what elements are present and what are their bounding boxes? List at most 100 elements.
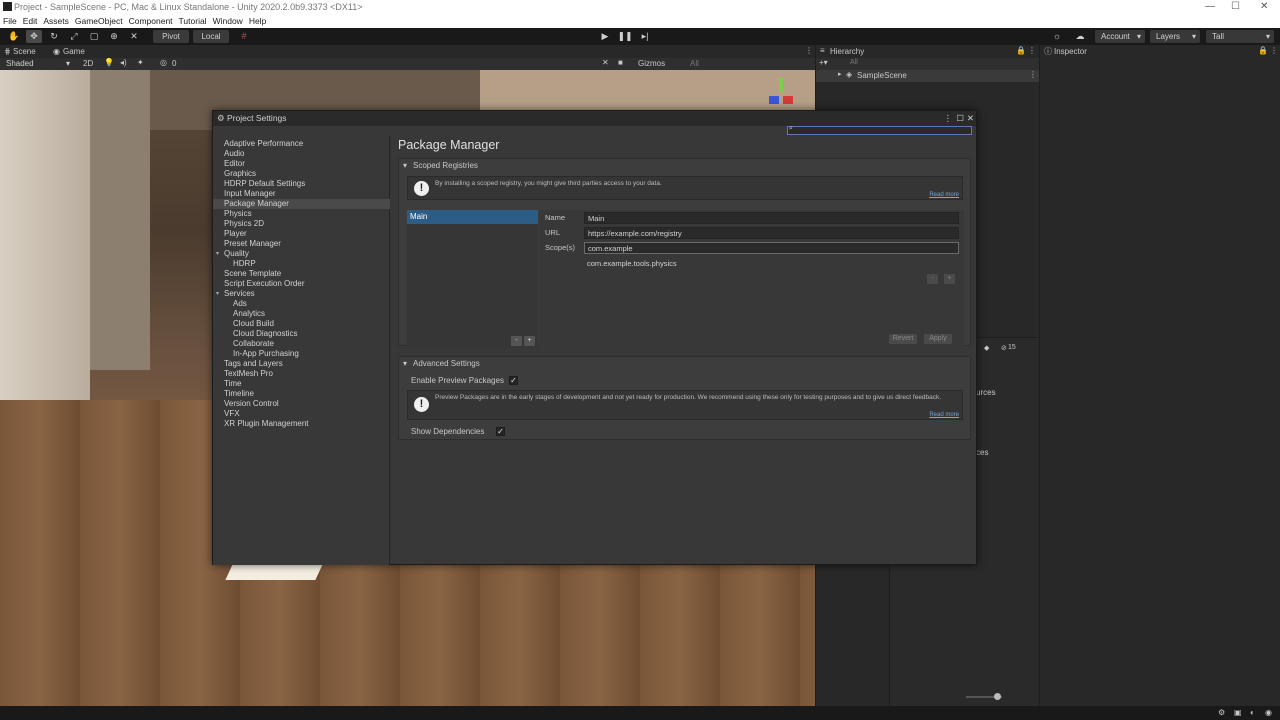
sidebar-item-script-execution-order[interactable]: Script Execution Order — [213, 279, 390, 289]
sidebar-item-timeline[interactable]: Timeline — [213, 389, 390, 399]
remove-scope-button[interactable]: - — [927, 274, 938, 284]
transform-tool-icon[interactable]: ⊕ — [106, 30, 122, 43]
scope-field-1[interactable]: com.example — [584, 242, 959, 254]
sidebar-item-audio[interactable]: Audio — [213, 149, 390, 159]
sidebar-item-hdrp[interactable]: HDRP — [213, 259, 390, 269]
rotate-tool-icon[interactable]: ↻ — [46, 30, 62, 43]
hierarchy-row[interactable]: ▸ ◈ SampleScene ⋮ — [816, 70, 1039, 82]
sidebar-item-xr-plugin-management[interactable]: XR Plugin Management — [213, 419, 390, 429]
menu-help[interactable]: Help — [246, 15, 269, 26]
lock-icon[interactable]: 🔒 — [1016, 46, 1026, 55]
sidebar-item-physics[interactable]: Physics — [213, 209, 390, 219]
tab-scene[interactable]: Scene — [13, 47, 36, 56]
kebab-menu-icon[interactable]: ⋮ — [1029, 70, 1037, 79]
status-icon[interactable]: ⚙ — [1218, 708, 1225, 717]
sidebar-item-editor[interactable]: Editor — [213, 159, 390, 169]
add-scope-button[interactable]: + — [944, 274, 955, 284]
sidebar-item-cloud-diagnostics[interactable]: Cloud Diagnostics — [213, 329, 390, 339]
enable-preview-checkbox[interactable]: ✓ — [509, 376, 518, 385]
hierarchy-search-input[interactable]: All — [850, 59, 858, 66]
apply-button[interactable]: Apply — [924, 334, 952, 344]
settings-search-input[interactable]: ⌕ — [787, 125, 972, 135]
sidebar-item-version-control[interactable]: Version Control — [213, 399, 390, 409]
move-tool-icon[interactable]: ✥ — [26, 30, 42, 43]
revert-button[interactable]: Revert — [889, 334, 917, 344]
layout-dropdown[interactable]: Tall — [1206, 30, 1274, 43]
scoped-registries-header[interactable]: Scoped Registries — [413, 161, 478, 170]
advanced-settings-header[interactable]: Advanced Settings — [413, 359, 480, 368]
status-icon[interactable]: ◉ — [1265, 708, 1272, 717]
project-settings-titlebar[interactable]: ⚙ Project Settings ⋮ ☐ ✕ — [213, 111, 976, 126]
foldout-arrow-icon[interactable]: ▾ — [403, 161, 407, 170]
visibility-icon[interactable]: ◎ — [160, 58, 167, 67]
custom-tool-icon[interactable]: ✕ — [126, 30, 142, 43]
sidebar-item-textmesh-pro[interactable]: TextMesh Pro — [213, 369, 390, 379]
play-button-icon[interactable]: ▶ — [597, 30, 613, 43]
hand-tool-icon[interactable]: ✋ — [6, 30, 22, 43]
effects-icon[interactable]: ✦ — [137, 58, 144, 67]
sidebar-item-cloud-build[interactable]: Cloud Build — [213, 319, 390, 329]
kebab-menu-icon[interactable]: ⋮ — [944, 111, 953, 126]
menu-window[interactable]: Window — [210, 15, 246, 26]
close-icon[interactable]: ✕ — [967, 111, 974, 126]
kebab-menu-icon[interactable]: ⋮ — [1270, 46, 1278, 55]
foldout-arrow-icon[interactable]: ▾ — [403, 359, 407, 368]
sidebar-item-in-app-purchasing[interactable]: In-App Purchasing — [213, 349, 390, 359]
close-window-button[interactable]: ✕ — [1260, 1, 1268, 12]
sidebar-item-input-manager[interactable]: Input Manager — [213, 189, 390, 199]
zoom-slider-handle[interactable] — [994, 693, 1001, 700]
minimize-button[interactable]: — — [1205, 1, 1215, 12]
grid-snap-icon[interactable]: # — [236, 30, 252, 43]
name-field[interactable]: Main — [584, 212, 959, 224]
kebab-menu-icon[interactable]: ⋮ — [1028, 46, 1036, 55]
rect-tool-icon[interactable]: ▢ — [86, 30, 102, 43]
maximize-button[interactable]: ☐ — [1231, 1, 1240, 12]
layers-dropdown[interactable]: Layers — [1150, 30, 1200, 43]
kebab-menu-icon[interactable]: ⋮ — [805, 46, 813, 55]
sidebar-item-hdrp-default-settings[interactable]: HDRP Default Settings — [213, 179, 390, 189]
sidebar-item-physics-2d[interactable]: Physics 2D — [213, 219, 390, 229]
gizmos-dropdown[interactable]: Gizmos — [638, 59, 665, 68]
menu-assets[interactable]: Assets — [40, 15, 72, 26]
sidebar-item-quality[interactable]: ▾ Quality — [213, 249, 390, 259]
sidebar-item-vfx[interactable]: VFX — [213, 409, 390, 419]
collab-icon[interactable]: ☼ — [1049, 30, 1065, 43]
sidebar-item-package-manager[interactable]: Package Manager — [213, 199, 390, 209]
menu-tutorial[interactable]: Tutorial — [176, 15, 210, 26]
camera-icon[interactable]: ■ — [618, 58, 623, 67]
remove-registry-button[interactable]: - — [511, 336, 522, 346]
show-dependencies-checkbox[interactable]: ✓ — [496, 427, 505, 436]
menu-file[interactable]: File — [0, 15, 20, 26]
read-more-link[interactable]: Read more — [929, 412, 959, 418]
sidebar-item-collaborate[interactable]: Collaborate — [213, 339, 390, 349]
sidebar-item-services[interactable]: ▾ Services — [213, 289, 390, 299]
expand-arrow-icon[interactable]: ▸ — [838, 70, 842, 78]
status-icon[interactable]: ▣ — [1234, 708, 1242, 717]
tab-inspector[interactable]: Inspector — [1040, 45, 1087, 58]
sidebar-item-ads[interactable]: Ads — [213, 299, 390, 309]
menu-component[interactable]: Component — [126, 15, 176, 26]
sidebar-item-scene-template[interactable]: Scene Template — [213, 269, 390, 279]
cloud-icon[interactable]: ☁ — [1072, 30, 1088, 43]
tab-game[interactable]: Game — [63, 47, 85, 56]
add-registry-button[interactable]: + — [524, 336, 535, 346]
read-more-link[interactable]: Read more — [929, 192, 959, 198]
shading-mode-dropdown[interactable]: Shaded — [0, 58, 74, 70]
sidebar-item-analytics[interactable]: Analytics — [213, 309, 390, 319]
audio-icon[interactable]: ◂) — [120, 58, 127, 67]
pivot-toggle[interactable]: Pivot — [153, 30, 189, 43]
toggle-2d[interactable]: 2D — [83, 59, 93, 68]
foldout-arrow-icon[interactable]: ▾ — [216, 289, 219, 299]
sidebar-item-adaptive-performance[interactable]: Adaptive Performance — [213, 139, 390, 149]
maximize-icon[interactable]: ☐ — [956, 111, 964, 126]
registry-item-main[interactable]: Main — [407, 210, 538, 224]
sidebar-item-player[interactable]: Player — [213, 229, 390, 239]
menu-edit[interactable]: Edit — [20, 15, 41, 26]
sidebar-item-preset-manager[interactable]: Preset Manager — [213, 239, 390, 249]
status-icon[interactable]: ◐ — [1250, 708, 1255, 717]
scene-gizmo-icon[interactable] — [765, 78, 795, 108]
menu-gameobject[interactable]: GameObject — [72, 15, 126, 26]
scene-search-input[interactable]: All — [690, 59, 699, 68]
account-dropdown[interactable]: Account — [1095, 30, 1145, 43]
step-button-icon[interactable]: ▸| — [637, 30, 653, 43]
